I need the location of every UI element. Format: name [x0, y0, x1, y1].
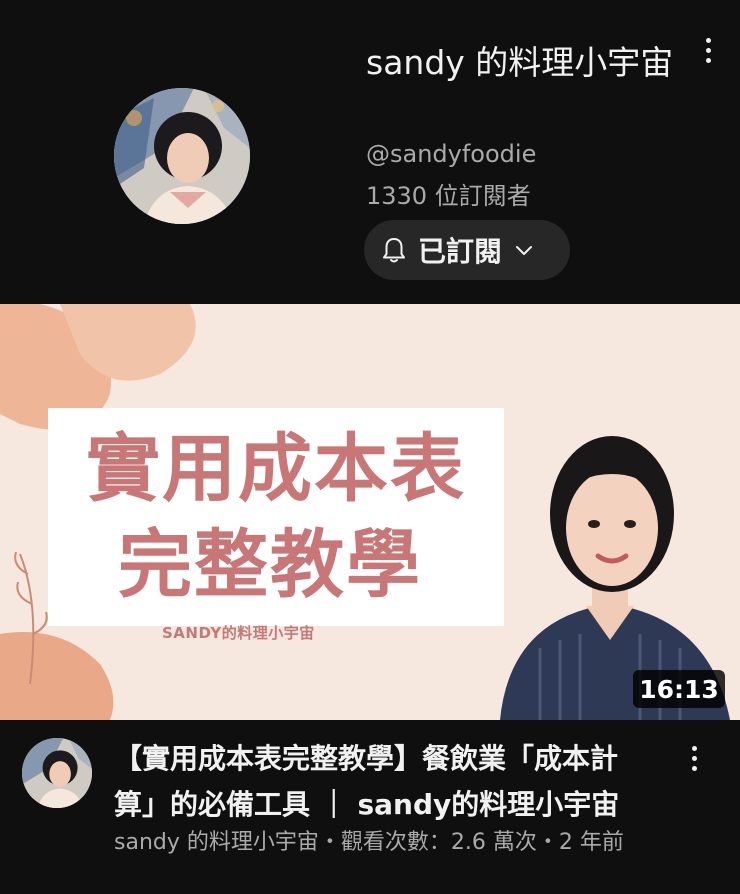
- subscribed-label: 已訂閱: [418, 235, 503, 268]
- video-metadata: sandy 的料理小宇宙・觀看次數：2.6 萬次・2 年前: [114, 830, 624, 855]
- thumbnail-title-box: 實用成本表 完整教學: [48, 408, 504, 626]
- duration-badge: 16:13: [633, 670, 725, 708]
- chevron-down-icon: [514, 243, 534, 257]
- video-thumbnail[interactable]: 實用成本表 完整教學 SANDY的料理小宇宙 16:13: [0, 304, 740, 720]
- channel-avatar[interactable]: [114, 88, 250, 224]
- channel-name: sandy 的料理小宇宙: [366, 43, 674, 82]
- channel-handle: @sandyfoodie: [366, 140, 537, 168]
- more-vert-icon[interactable]: [676, 740, 712, 776]
- video-title[interactable]: 【實用成本表完整教學】餐飲業「成本計算」的必備工具 ｜ sandy的料理小宇宙: [114, 736, 654, 828]
- youtube-channel-page: sandy 的料理小宇宙 @sandyfoodie 1330 位訂閱者 已訂閱: [0, 0, 740, 894]
- more-vert-icon[interactable]: [690, 32, 726, 68]
- channel-header: sandy 的料理小宇宙 @sandyfoodie 1330 位訂閱者 已訂閱: [0, 0, 740, 304]
- video-meta: 【實用成本表完整教學】餐飲業「成本計算」的必備工具 ｜ sandy的料理小宇宙 …: [0, 720, 740, 894]
- thumbnail-title-line2: 完整教學: [118, 522, 422, 608]
- thumbnail-title-line1: 實用成本表: [86, 426, 466, 512]
- presenter-photo: [500, 436, 730, 720]
- video-channel-avatar[interactable]: [22, 738, 92, 808]
- thumbnail-brand: SANDY的料理小宇宙: [162, 624, 315, 642]
- subscribed-button[interactable]: 已訂閱: [364, 220, 570, 280]
- subscriber-count: 1330 位訂閱者: [366, 182, 531, 210]
- bell-icon: [382, 236, 406, 264]
